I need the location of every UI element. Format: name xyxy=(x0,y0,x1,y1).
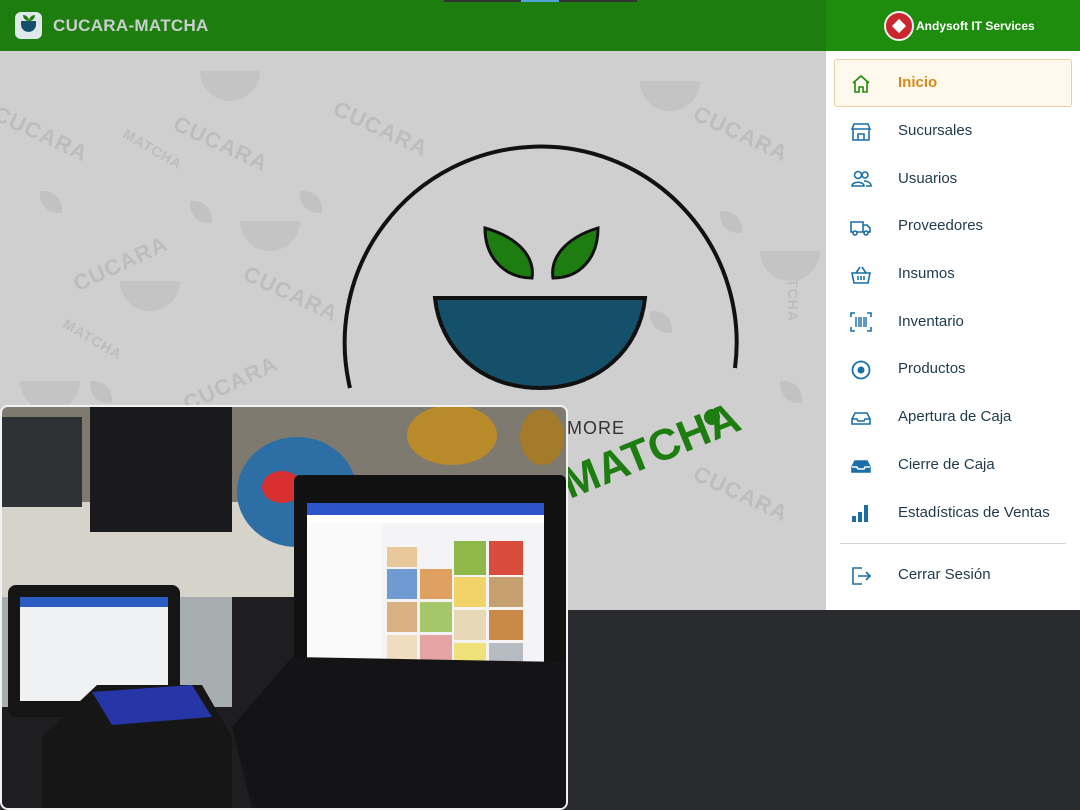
logo-tagline: MORE xyxy=(567,418,625,438)
barcode-icon xyxy=(850,312,872,333)
menu-label: Cerrar Sesión xyxy=(898,566,991,583)
menu-label: Insumos xyxy=(898,265,955,283)
menu-label: Proveedores xyxy=(898,217,984,235)
menu-label: Cierre de Caja xyxy=(898,455,995,473)
logout-icon xyxy=(850,566,872,586)
store-icon xyxy=(850,122,872,142)
menu-label: Inicio xyxy=(898,74,938,92)
drawer-header: Andysoft IT Services xyxy=(826,0,1080,51)
basket-icon xyxy=(850,265,872,285)
menu-label: Sucursales xyxy=(898,122,973,140)
menu-item-apertura-de-caja[interactable]: Apertura de Caja xyxy=(834,393,1072,441)
pattern-text: MATCHA xyxy=(60,315,126,363)
menu-divider xyxy=(840,543,1066,544)
menu-label: Usuarios xyxy=(898,169,958,187)
menu-item-usuarios[interactable]: Usuarios xyxy=(834,154,1072,202)
navigation-drawer: Andysoft IT Services Inicio Sucursales U… xyxy=(826,0,1080,610)
menu: Inicio Sucursales Usuarios Proveedores I… xyxy=(834,59,1072,536)
product-icon xyxy=(850,360,872,380)
menu-item-cierre-de-caja[interactable]: Cierre de Caja xyxy=(834,441,1072,489)
app-logo-icon[interactable] xyxy=(15,12,42,39)
menu-item-insumos[interactable]: Insumos xyxy=(834,250,1072,298)
pattern-text: CUCARA xyxy=(239,260,343,327)
menu-label: Inventario xyxy=(898,312,964,330)
logout-button[interactable]: Cerrar Sesión xyxy=(834,551,1072,598)
pos-photo xyxy=(0,405,568,810)
pattern-text: CUCARA xyxy=(169,110,273,177)
menu-item-inventario[interactable]: Inventario xyxy=(834,297,1072,345)
bar-chart-icon xyxy=(850,503,872,523)
menu-item-proveedores[interactable]: Proveedores xyxy=(834,202,1072,250)
menu-item-inicio[interactable]: Inicio xyxy=(834,59,1072,107)
brand-name: Andysoft IT Services xyxy=(916,19,1035,33)
truck-icon xyxy=(850,217,872,237)
closed-box-icon xyxy=(850,456,872,476)
menu-label: Productos xyxy=(898,360,966,378)
menu-item-estadisticas-de-ventas[interactable]: Estadísticas de Ventas xyxy=(834,488,1072,536)
tab-indicator xyxy=(444,0,637,2)
menu-label: Apertura de Caja xyxy=(898,408,1012,426)
pattern-text: CUCARA xyxy=(0,100,93,167)
open-box-icon xyxy=(850,408,872,428)
menu-item-sucursales[interactable]: Sucursales xyxy=(834,107,1072,155)
users-icon xyxy=(850,169,872,189)
pos-photo-graphic xyxy=(2,407,566,808)
brand-logo-icon xyxy=(884,11,914,41)
page: CUCARA-MATCHA CUCARA CUCARA CUCARA CUCAR… xyxy=(0,0,1080,810)
app-title: CUCARA-MATCHA xyxy=(53,16,209,35)
menu-item-productos[interactable]: Productos xyxy=(834,345,1072,393)
menu-label: Estadísticas de Ventas xyxy=(898,503,1050,521)
home-icon xyxy=(850,74,872,94)
